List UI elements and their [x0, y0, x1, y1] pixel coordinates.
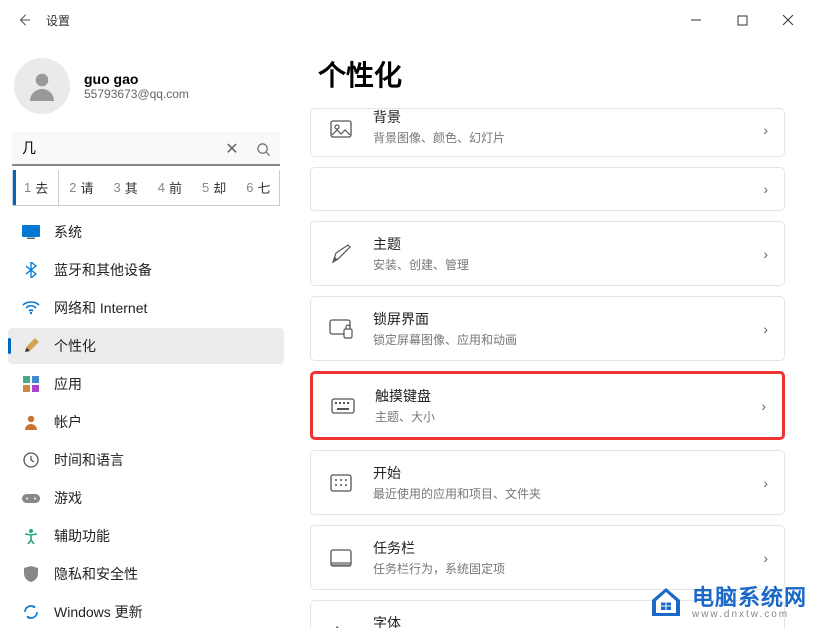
background-icon [327, 116, 355, 144]
watermark: 电脑系统网 www.dnxtw.com [648, 586, 807, 620]
sidebar-item-windows-update[interactable]: Windows 更新 [8, 594, 284, 630]
ime-candidate[interactable]: 5却 [192, 170, 236, 205]
card-subtitle: 安装、创建、管理 [373, 256, 745, 273]
nav-list: 系统 蓝牙和其他设备 网络和 Internet 个性化 应用 帐户 [8, 214, 284, 630]
search-clear-icon[interactable]: ✕ [218, 132, 246, 166]
sidebar-item-network[interactable]: 网络和 Internet [8, 290, 284, 326]
card-themes[interactable]: 主题 安装、创建、管理 › [310, 221, 785, 286]
nav-label: 帐户 [54, 412, 82, 432]
themes-icon [327, 240, 355, 268]
sidebar-item-personalization[interactable]: 个性化 [8, 328, 284, 364]
nav-label: 游戏 [54, 488, 82, 508]
card-subtitle: 背景图像、颜色、幻灯片 [373, 129, 745, 146]
card-background[interactable]: 背景 背景图像、颜色、幻灯片 › [310, 108, 785, 157]
window-controls [673, 4, 811, 36]
lockscreen-icon [327, 315, 355, 343]
card-subtitle: 主题、大小 [375, 408, 743, 425]
chevron-right-icon: › [763, 181, 768, 197]
card-start[interactable]: 开始 最近使用的应用和项目、文件夹 › [310, 450, 785, 515]
bluetooth-icon [22, 261, 40, 279]
update-icon [22, 603, 40, 621]
taskbar-icon [327, 544, 355, 572]
chevron-right-icon: › [763, 625, 768, 629]
clock-icon [22, 451, 40, 469]
card-title: 锁屏界面 [373, 309, 745, 329]
card-title: 背景 [373, 107, 745, 127]
accessibility-icon [22, 527, 40, 545]
sidebar-item-bluetooth[interactable]: 蓝牙和其他设备 [8, 252, 284, 288]
sidebar-item-gaming[interactable]: 游戏 [8, 480, 284, 516]
watermark-logo-icon [648, 586, 684, 620]
sidebar-item-privacy[interactable]: 隐私和安全性 [8, 556, 284, 592]
card-subtitle: 任务栏行为，系统固定项 [373, 560, 745, 577]
sidebar-item-apps[interactable]: 应用 [8, 366, 284, 402]
search-icon[interactable] [248, 132, 278, 166]
system-icon [22, 223, 40, 241]
nav-label: 个性化 [54, 336, 96, 356]
ime-candidate-bar: 1去 2请 3其 4前 5却 6七 7钱 ◀ ▶ ❤ [12, 170, 280, 206]
card-title: 开始 [373, 463, 745, 483]
gaming-icon [22, 489, 40, 507]
ime-candidate[interactable]: 2请 [59, 170, 103, 205]
sidebar-item-system[interactable]: 系统 [8, 214, 284, 250]
title-bar: 设置 [0, 0, 819, 40]
card-taskbar[interactable]: 任务栏 任务栏行为，系统固定项 › [310, 525, 785, 590]
apps-icon [22, 375, 40, 393]
ime-candidate[interactable]: 4前 [148, 170, 192, 205]
ime-candidate[interactable]: 1去 [13, 170, 59, 205]
nav-label: 应用 [54, 374, 82, 394]
watermark-url: www.dnxtw.com [692, 609, 807, 620]
accounts-icon [22, 413, 40, 431]
colors-icon [327, 175, 355, 203]
user-email: 55793673@qq.com [84, 87, 189, 101]
card-colors[interactable]: › [310, 167, 785, 211]
nav-label: 隐私和安全性 [54, 564, 138, 584]
user-profile[interactable]: guo gao 55793673@qq.com [8, 50, 284, 132]
chevron-right-icon: › [763, 475, 768, 491]
card-touch-keyboard[interactable]: 触摸键盘 主题、大小 › [310, 371, 785, 440]
sidebar-item-accessibility[interactable]: 辅助功能 [8, 518, 284, 554]
ime-candidate[interactable]: 3其 [104, 170, 148, 205]
main-panel: 个性化 背景 背景图像、颜色、幻灯片 › › 主题 安装、创建、管理 [300, 40, 819, 628]
chevron-right-icon: › [761, 398, 766, 414]
card-subtitle: 锁定屏幕图像、应用和动画 [373, 331, 745, 348]
fonts-icon: AA [327, 619, 355, 629]
nav-label: 辅助功能 [54, 526, 110, 546]
sidebar-item-time-language[interactable]: 时间和语言 [8, 442, 284, 478]
maximize-button[interactable] [719, 4, 765, 36]
minimize-button[interactable] [673, 4, 719, 36]
ime-candidate[interactable]: 6七 [236, 170, 280, 205]
chevron-right-icon: › [763, 321, 768, 337]
watermark-brand: 电脑系统网 [692, 587, 807, 609]
sidebar-item-accounts[interactable]: 帐户 [8, 404, 284, 440]
close-button[interactable] [765, 4, 811, 36]
page-title: 个性化 [318, 54, 785, 94]
card-title: 触摸键盘 [375, 386, 743, 406]
keyboard-icon [329, 392, 357, 420]
nav-label: 网络和 Internet [54, 298, 147, 318]
avatar [14, 58, 70, 114]
window-title: 设置 [46, 12, 70, 29]
personalize-icon [22, 337, 40, 355]
nav-label: Windows 更新 [54, 602, 143, 622]
wifi-icon [22, 299, 40, 317]
user-name: guo gao [84, 71, 189, 87]
chevron-right-icon: › [763, 550, 768, 566]
shield-icon [22, 565, 40, 583]
search-wrap: ✕ [12, 132, 280, 166]
card-title: 任务栏 [373, 538, 745, 558]
card-subtitle: 最近使用的应用和项目、文件夹 [373, 485, 745, 502]
nav-label: 系统 [54, 222, 82, 242]
back-button[interactable] [8, 4, 40, 36]
card-lock-screen[interactable]: 锁屏界面 锁定屏幕图像、应用和动画 › [310, 296, 785, 361]
nav-label: 时间和语言 [54, 450, 124, 470]
chevron-right-icon: › [763, 122, 768, 138]
chevron-right-icon: › [763, 246, 768, 262]
start-icon [327, 469, 355, 497]
card-title: 主题 [373, 234, 745, 254]
sidebar: guo gao 55793673@qq.com ✕ 1去 2请 3其 4前 5却… [0, 40, 300, 628]
nav-label: 蓝牙和其他设备 [54, 260, 152, 280]
